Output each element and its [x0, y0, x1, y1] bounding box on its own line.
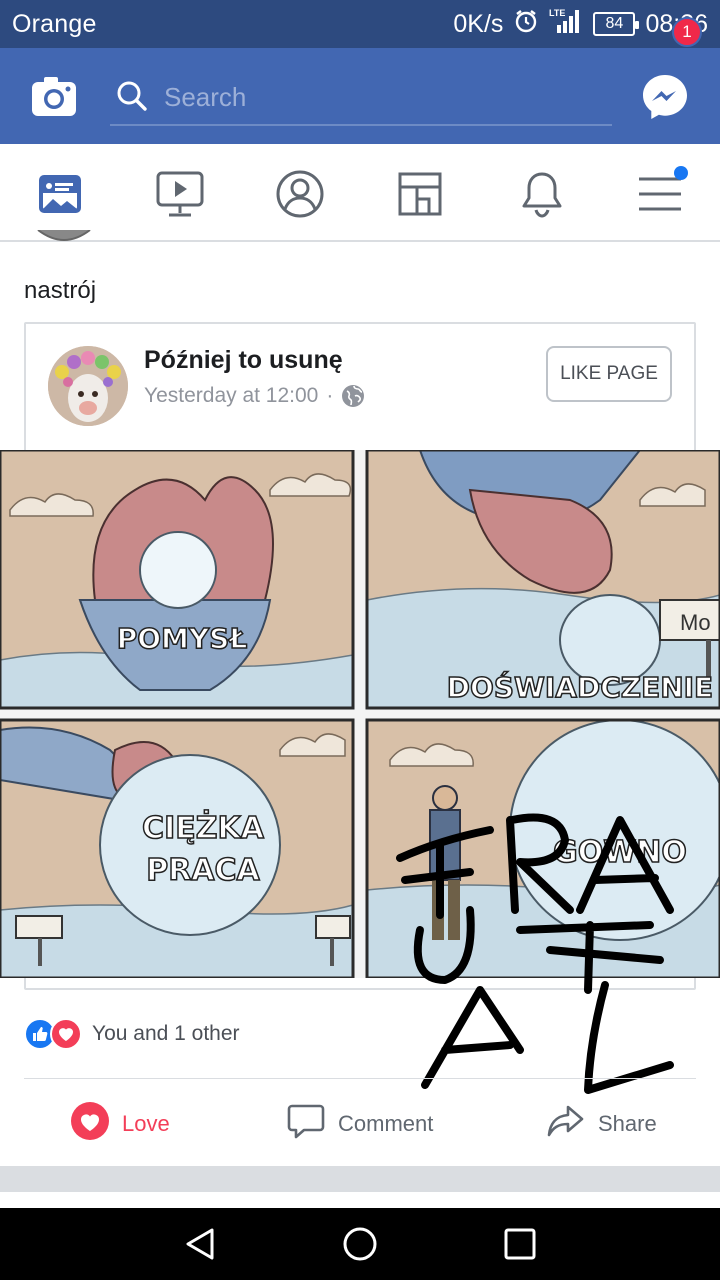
tab-notifications[interactable]: [512, 166, 572, 222]
post-meta: Yesterday at 12:00 ·: [144, 384, 365, 408]
network-speed: 0K/s: [453, 9, 504, 38]
comment-label: Comment: [338, 1111, 434, 1136]
profile-icon: [276, 170, 324, 218]
back-button[interactable]: [180, 1224, 220, 1264]
tab-profile[interactable]: [270, 166, 330, 222]
android-nav-bar: [0, 1208, 720, 1280]
page-avatar[interactable]: [48, 346, 128, 426]
love-button[interactable]: Love: [70, 1100, 170, 1148]
recents-button[interactable]: [500, 1224, 540, 1264]
comment-button[interactable]: Comment: [286, 1100, 433, 1148]
carrier-name: Orange: [12, 10, 97, 38]
search-input[interactable]: Search: [110, 70, 612, 126]
post-text: nastrój: [24, 277, 97, 304]
share-button[interactable]: Share: [546, 1100, 657, 1148]
recents-icon: [504, 1228, 536, 1260]
news-feed-icon: [39, 175, 81, 213]
meta-separator: ·: [326, 384, 334, 407]
watch-icon: [156, 171, 204, 217]
marketplace-icon: [398, 172, 442, 216]
reactions-summary[interactable]: You and 1 other: [24, 1016, 240, 1052]
svg-text:LTE: LTE: [549, 8, 565, 18]
top-bar: Search: [0, 48, 720, 144]
signal-icon: LTE: [549, 7, 583, 42]
camera-button[interactable]: [30, 74, 78, 118]
globe-icon: [341, 384, 365, 408]
reactions-text: You and 1 other: [92, 1022, 240, 1045]
action-divider: [24, 1078, 696, 1079]
meme-caption-2: DOŚWIADCZENIE: [447, 670, 713, 704]
home-icon: [343, 1227, 377, 1261]
bell-icon: [522, 172, 562, 218]
previous-avatar-edge: [36, 230, 92, 248]
search-icon: [116, 80, 148, 112]
camera-icon: [32, 77, 76, 116]
love-label: Love: [122, 1111, 170, 1136]
meme-sign-2: Mo: [680, 610, 711, 635]
status-indicators: 0K/s LTE 84 08:36: [453, 8, 708, 40]
home-button[interactable]: [340, 1224, 380, 1264]
messenger-icon: [643, 75, 687, 119]
search-placeholder: Search: [164, 82, 247, 112]
messenger-badge: 1: [672, 17, 702, 47]
page-name[interactable]: Później to usunę: [144, 346, 343, 375]
status-bar: Orange 0K/s LTE 84 08:36: [0, 0, 720, 48]
love-icon: [70, 1101, 110, 1147]
feed-separator: [0, 1166, 720, 1192]
meme-caption-1: POMYSŁ: [117, 622, 248, 655]
tab-marketplace[interactable]: [390, 166, 450, 222]
meme-caption-3b: PRACA: [146, 853, 260, 888]
post-timestamp[interactable]: Yesterday at 12:00: [144, 384, 318, 408]
battery-indicator: 84: [593, 12, 640, 36]
tab-watch[interactable]: [150, 166, 210, 222]
menu-icon: [639, 177, 681, 211]
next-post-edge: [0, 1192, 720, 1208]
meme-caption-4: GOWNO: [553, 835, 687, 870]
tab-news-feed[interactable]: [30, 166, 90, 222]
meme-image[interactable]: POMYSŁ DOŚWIADCZENIE Mo CIĘŻKA PRACA GOW…: [0, 450, 720, 978]
love-reaction-icon: [50, 1018, 82, 1050]
nav-bar: [0, 144, 720, 242]
share-icon: [546, 1101, 586, 1147]
comment-icon: [286, 1101, 326, 1147]
meme-caption-3a: CIĘŻKA: [142, 810, 265, 846]
alarm-icon: [513, 8, 539, 41]
share-label: Share: [598, 1111, 657, 1136]
menu-notification-dot: [674, 166, 688, 180]
messenger-button[interactable]: [640, 72, 690, 122]
back-icon: [186, 1228, 214, 1260]
like-page-button[interactable]: LIKE PAGE: [546, 346, 672, 402]
